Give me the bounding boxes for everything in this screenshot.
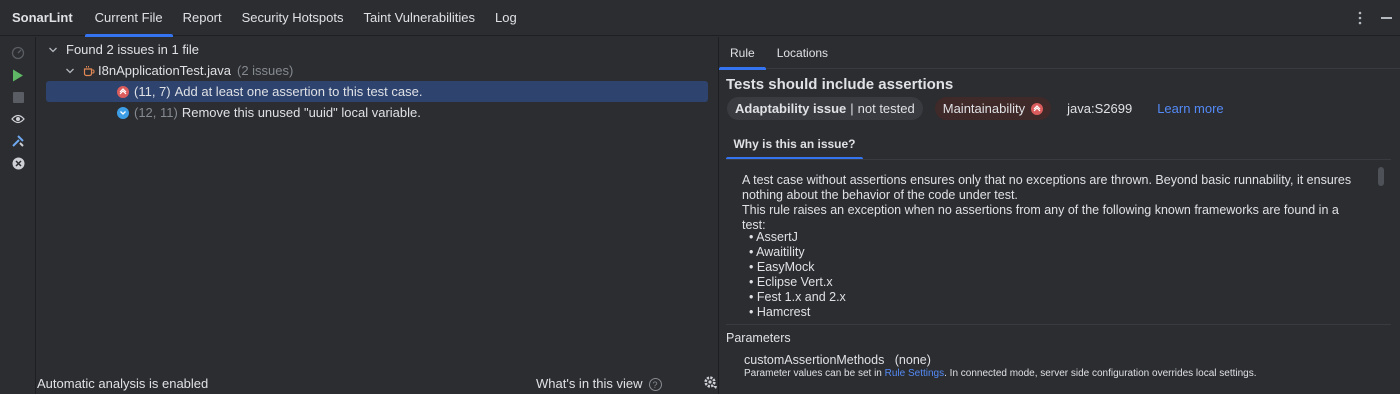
rule-panel-tabs: Rule Locations bbox=[719, 37, 1400, 70]
java-file-icon bbox=[83, 65, 95, 77]
issue-message: Remove this unused "uuid" local variable… bbox=[181, 105, 421, 120]
app-title: SonarLint bbox=[12, 10, 73, 25]
description-paragraph: This rule raises an exception when no as… bbox=[742, 203, 1339, 232]
parameter-help-text: . In connected mode, server side configu… bbox=[944, 368, 1257, 379]
header-actions bbox=[1348, 0, 1400, 36]
help-icon: ? bbox=[648, 378, 662, 392]
rule-key: java:S2699 bbox=[1067, 101, 1133, 116]
attribute-separator: | bbox=[850, 101, 854, 116]
list-item: Awaitility bbox=[749, 245, 846, 260]
left-toolbar bbox=[0, 37, 36, 394]
tool-window-header: SonarLint Current File Report Security H… bbox=[0, 0, 1400, 37]
tab-report[interactable]: Report bbox=[173, 0, 232, 36]
impact-badge: Maintainability bbox=[934, 97, 1052, 120]
file-issue-count: (2 issues) bbox=[236, 63, 294, 78]
tab-security-hotspots[interactable]: Security Hotspots bbox=[232, 0, 354, 36]
list-item: Hamcrest bbox=[749, 305, 846, 320]
rule-panel: Rule Locations Tests should include asse… bbox=[719, 37, 1400, 394]
analysis-status: Automatic analysis is enabled bbox=[37, 376, 209, 391]
tab-label: Taint Vulnerabilities bbox=[363, 10, 476, 25]
issue-message: Add at least one assertion to this test … bbox=[174, 84, 423, 99]
parameter-name: customAssertionMethods bbox=[744, 353, 885, 367]
rule-description: A test case without assertions ensures o… bbox=[742, 173, 1362, 233]
list-item: AssertJ bbox=[749, 230, 846, 245]
list-item: Eclipse Vert.x bbox=[749, 275, 846, 290]
tab-label: Report bbox=[182, 10, 222, 25]
run-icon[interactable] bbox=[10, 67, 26, 83]
tab-current-file[interactable]: Current File bbox=[84, 0, 173, 37]
tab-locations[interactable]: Locations bbox=[766, 37, 839, 69]
analyze-icon[interactable] bbox=[10, 45, 26, 61]
tab-label: Current File bbox=[94, 10, 163, 25]
tab-why-is-this-an-issue[interactable]: Why is this an issue? bbox=[726, 127, 863, 160]
rule-badges: Adaptability issue | not tested Maintain… bbox=[727, 97, 1224, 120]
tab-label: Log bbox=[495, 10, 517, 25]
minimize-icon[interactable] bbox=[1372, 17, 1400, 19]
tab-rule[interactable]: Rule bbox=[719, 37, 766, 70]
minor-severity-icon bbox=[117, 106, 129, 119]
rule-settings-link[interactable]: Rule Settings bbox=[885, 368, 944, 379]
whats-in-this-view-label: What's in this view bbox=[536, 376, 643, 391]
tools-icon[interactable] bbox=[10, 133, 26, 149]
tab-label: Security Hotspots bbox=[241, 10, 344, 25]
tab-log[interactable]: Log bbox=[485, 0, 527, 36]
tab-label: Rule bbox=[730, 46, 755, 60]
tab-label: Why is this an issue? bbox=[733, 136, 856, 151]
section-divider bbox=[726, 159, 1391, 160]
blocker-severity-icon bbox=[117, 85, 129, 98]
settings-icon[interactable] bbox=[703, 375, 718, 393]
blocker-severity-icon bbox=[1031, 102, 1044, 115]
parameter-value: (none) bbox=[894, 353, 931, 367]
parameter-row: customAssertionMethods (none) bbox=[744, 353, 931, 367]
chevron-down-icon[interactable] bbox=[65, 66, 75, 76]
list-item: Fest 1.x and 2.x bbox=[749, 290, 846, 305]
scrollbar-thumb[interactable] bbox=[1378, 167, 1384, 186]
tree-root[interactable]: Found 2 issues in 1 file bbox=[48, 39, 199, 60]
stop-icon[interactable] bbox=[10, 89, 26, 105]
more-options-icon[interactable] bbox=[1348, 11, 1372, 26]
impact-label: Maintainability bbox=[942, 101, 1026, 116]
section-divider bbox=[726, 324, 1391, 325]
attribute-value: not tested bbox=[857, 101, 915, 116]
whats-in-this-view-link[interactable]: What's in this view? bbox=[536, 376, 662, 392]
parameter-help: Parameter values can be set in Rule Sett… bbox=[744, 368, 1257, 379]
parameters-title: Parameters bbox=[726, 331, 791, 345]
tab-label: Locations bbox=[776, 46, 829, 60]
eye-icon[interactable] bbox=[10, 111, 26, 127]
parameter-help-text: Parameter values can be set in bbox=[744, 368, 885, 379]
rule-title: Tests should include assertions bbox=[726, 76, 954, 93]
chevron-down-icon[interactable] bbox=[48, 45, 58, 55]
clear-icon[interactable] bbox=[10, 155, 26, 171]
clean-code-attribute-badge: Adaptability issue | not tested bbox=[727, 97, 923, 120]
file-name: I8nApplicationTest.java bbox=[98, 63, 231, 78]
attribute-category: Adaptability issue bbox=[735, 101, 847, 116]
tree-root-label: Found 2 issues in 1 file bbox=[66, 42, 199, 57]
issues-tree: Found 2 issues in 1 file I8nApplicationT… bbox=[37, 37, 719, 367]
list-item: EasyMock bbox=[749, 260, 846, 275]
issue-location: (11, 7) bbox=[134, 84, 171, 99]
issue-location: (12, 11) bbox=[134, 105, 178, 120]
frameworks-list: AssertJ Awaitility EasyMock Eclipse Vert… bbox=[749, 230, 846, 320]
tree-file-node[interactable]: I8nApplicationTest.java (2 issues) bbox=[65, 60, 293, 81]
learn-more-link[interactable]: Learn more bbox=[1157, 101, 1223, 116]
issue-row[interactable]: (12, 11) Remove this unused "uuid" local… bbox=[117, 102, 421, 123]
issue-row[interactable]: (11, 7) Add at least one assertion to th… bbox=[117, 81, 422, 102]
description-paragraph: A test case without assertions ensures o… bbox=[742, 173, 1352, 202]
tab-taint-vulnerabilities[interactable]: Taint Vulnerabilities bbox=[354, 0, 486, 36]
